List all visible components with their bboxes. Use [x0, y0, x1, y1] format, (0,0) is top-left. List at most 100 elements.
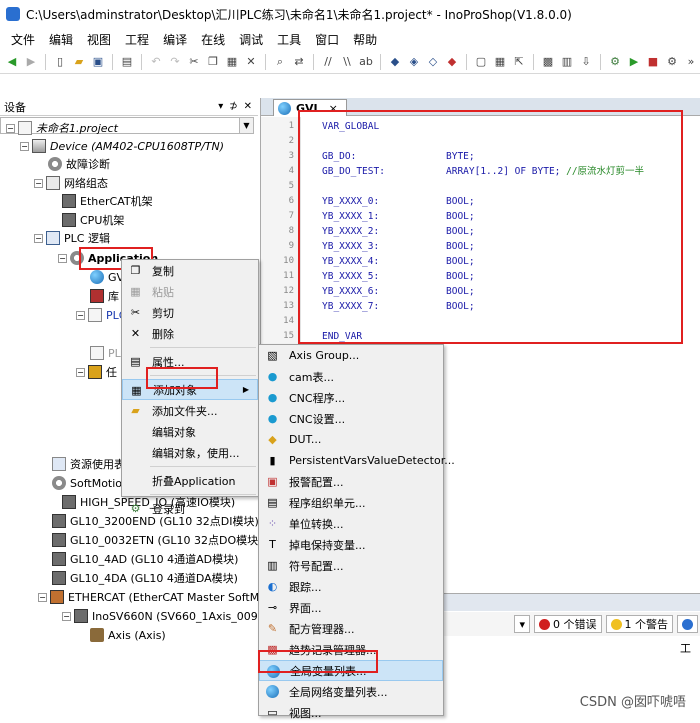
comment-icon[interactable]: //: [320, 54, 336, 70]
tree-node-resources[interactable]: 资源使用表: [52, 455, 125, 473]
replace-icon[interactable]: ⇄: [291, 54, 307, 70]
menu-window[interactable]: 窗口: [308, 31, 346, 48]
breakpoint-remove-icon[interactable]: ◆: [444, 54, 460, 70]
tree-node-diagnostics[interactable]: 故障诊断: [48, 155, 110, 173]
redo-icon[interactable]: ↷: [167, 54, 183, 70]
rebuild-icon[interactable]: ▥: [559, 54, 575, 70]
submenu-item-dut[interactable]: ◆ DUT...: [259, 429, 443, 450]
settings-icon[interactable]: ⚙: [664, 54, 680, 70]
submenu-item-view[interactable]: ▭ 视图...: [259, 702, 443, 723]
collapse-icon[interactable]: −: [62, 611, 71, 621]
submenu-item-cnc-program[interactable]: ● CNC程序...: [259, 387, 443, 408]
menu-file[interactable]: 文件: [4, 31, 42, 48]
tree-node-gl10-do[interactable]: GL10_0032ETN (GL10 32点DO模块): [52, 531, 258, 549]
window-icon[interactable]: ▢: [473, 54, 489, 70]
collapse-icon[interactable]: −: [38, 592, 47, 602]
download-icon[interactable]: ⇩: [578, 54, 594, 70]
submenu-item-pou[interactable]: ▤ 程序组织单元...: [259, 492, 443, 513]
panel-dropdown-icon[interactable]: ▾: [218, 101, 223, 112]
menu-item-login[interactable]: ⚙ 登录到: [122, 498, 258, 519]
menu-item-delete[interactable]: ✕ 删除: [122, 323, 258, 344]
tree-node-gvl[interactable]: GV: [90, 268, 124, 286]
submenu-item-retain-vars[interactable]: T 掉电保持变量...: [259, 534, 443, 555]
menu-edit[interactable]: 编辑: [42, 31, 80, 48]
panel-pin-icon[interactable]: ⊅: [229, 101, 237, 112]
login-icon[interactable]: ⚙: [607, 54, 623, 70]
tree-node-device[interactable]: − Device (AM402-CPU1608TP/TN): [20, 137, 224, 155]
find-icon[interactable]: ⌕: [272, 54, 288, 70]
menu-build[interactable]: 编译: [156, 31, 194, 48]
submenu-item-cam[interactable]: ● cam表...: [259, 366, 443, 387]
menu-view[interactable]: 视图: [80, 31, 118, 48]
run-icon[interactable]: ▶: [626, 54, 642, 70]
menu-item-cut[interactable]: ✂ 剪切: [122, 302, 258, 323]
grid-icon[interactable]: ▦: [492, 54, 508, 70]
stop-icon[interactable]: ■: [645, 54, 661, 70]
toolbar-more-icon[interactable]: »: [683, 54, 699, 70]
chevron-down-icon[interactable]: ▼: [239, 118, 253, 133]
tree-node-gl10-ad[interactable]: GL10_4AD (GL10 4通道AD模块): [52, 550, 238, 568]
new-file-icon[interactable]: ▯: [52, 54, 68, 70]
submenu-item-alarm[interactable]: ▣ 报警配置...: [259, 471, 443, 492]
delete-icon[interactable]: ✕: [243, 54, 259, 70]
submenu-item-interface[interactable]: ⊸ 界面...: [259, 597, 443, 618]
menu-item-collapse[interactable]: 折叠Application: [122, 470, 258, 491]
menu-help[interactable]: 帮助: [346, 31, 384, 48]
menu-item-edit-object[interactable]: 编辑对象: [122, 421, 258, 442]
tree-node-project[interactable]: − 未命名1.project: [6, 119, 118, 137]
info-filter-button[interactable]: [677, 615, 698, 633]
save-icon[interactable]: ▣: [90, 54, 106, 70]
tree-node-ethercat-rack[interactable]: EtherCAT机架: [62, 192, 153, 210]
collapse-icon[interactable]: −: [76, 310, 85, 320]
back-icon[interactable]: ◀: [4, 54, 20, 70]
submenu-item-global-network-var-list[interactable]: 全局网络变量列表...: [259, 681, 443, 702]
build-icon[interactable]: ▩: [540, 54, 556, 70]
forward-icon[interactable]: ▶: [23, 54, 39, 70]
collapse-icon[interactable]: −: [6, 123, 15, 133]
submenu-item-trace[interactable]: ◐ 跟踪...: [259, 576, 443, 597]
uncomment-icon[interactable]: \\: [339, 54, 355, 70]
breakpoint-toggle-icon[interactable]: ◈: [406, 54, 422, 70]
open-folder-icon[interactable]: ▰: [71, 54, 87, 70]
tree-node-cpu-rack[interactable]: CPU机架: [62, 211, 124, 229]
submenu-item-symbol-config[interactable]: ▥ 符号配置...: [259, 555, 443, 576]
warnings-filter-button[interactable]: 1 个警告: [605, 615, 673, 633]
menu-item-edit-object-with[interactable]: 编辑对象，使用...: [122, 442, 258, 463]
export-icon[interactable]: ⇱: [511, 54, 527, 70]
menu-debug[interactable]: 调试: [232, 31, 270, 48]
panel-close-icon[interactable]: ✕: [244, 101, 252, 112]
tree-node-plc-prg[interactable]: − PLC: [76, 306, 126, 324]
paste-icon[interactable]: ▦: [224, 54, 240, 70]
breakpoint-icon[interactable]: ◆: [387, 54, 403, 70]
step-icon[interactable]: ◇: [425, 54, 441, 70]
submenu-item-unit-conversion[interactable]: ⁘ 单位转换...: [259, 513, 443, 534]
cut-icon[interactable]: ✂: [186, 54, 202, 70]
collapse-icon[interactable]: −: [34, 178, 43, 188]
collapse-icon[interactable]: −: [20, 141, 29, 151]
copy-icon[interactable]: ❐: [205, 54, 221, 70]
submenu-item-recipe-manager[interactable]: ✎ 配方管理器...: [259, 618, 443, 639]
submenu-item-persistent-vars[interactable]: ▮ PersistentVarsValueDetector...: [259, 450, 454, 471]
menu-item-copy[interactable]: ❐ 复制: [122, 260, 258, 281]
errors-filter-button[interactable]: 0 个错误: [534, 615, 602, 633]
print-icon[interactable]: ▤: [119, 54, 135, 70]
dropdown-toggle[interactable]: ▾: [514, 615, 530, 633]
tree-node-softmotion[interactable]: SoftMotion: [52, 474, 129, 492]
collapse-icon[interactable]: −: [76, 367, 85, 377]
submenu-item-cnc-settings[interactable]: ● CNC设置...: [259, 408, 443, 429]
menu-item-paste[interactable]: ▦ 粘贴: [122, 281, 258, 302]
tree-node-tasks[interactable]: − 任: [76, 363, 117, 381]
tree-node-library[interactable]: 库: [90, 287, 119, 305]
tree-node-gl10-da[interactable]: GL10_4DA (GL10 4通道DA模块): [52, 569, 238, 587]
tree-node-servo[interactable]: − InoSV660N (SV660_1Axis_00915): [62, 607, 258, 625]
ab-icon[interactable]: ab: [358, 54, 374, 70]
undo-icon[interactable]: ↶: [148, 54, 164, 70]
tree-node-axis[interactable]: Axis (Axis): [90, 626, 166, 644]
collapse-icon[interactable]: −: [34, 233, 43, 243]
menu-item-add-folder[interactable]: ▰ 添加文件夹...: [122, 400, 258, 421]
collapse-icon[interactable]: −: [58, 253, 67, 263]
tree-node-network[interactable]: − 网络组态: [34, 174, 108, 192]
menu-tools[interactable]: 工具: [270, 31, 308, 48]
menu-online[interactable]: 在线: [194, 31, 232, 48]
tree-node-plc-logic[interactable]: − PLC 逻辑: [34, 229, 110, 247]
